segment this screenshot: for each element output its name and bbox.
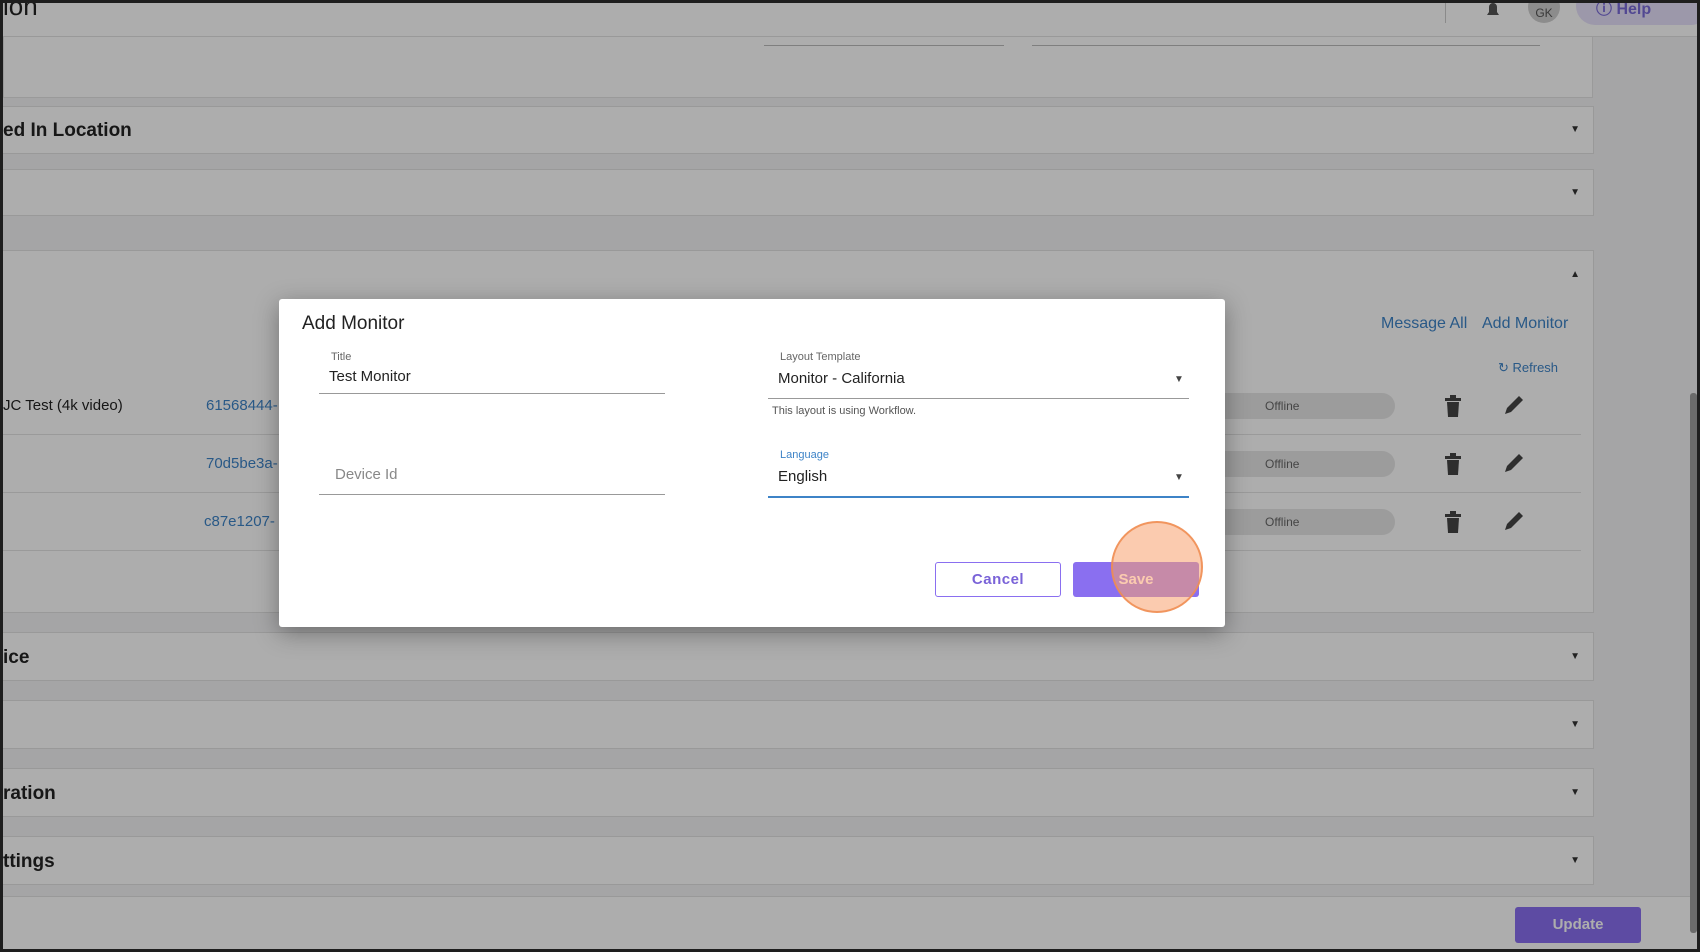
- save-button[interactable]: Save: [1073, 562, 1199, 597]
- device-id-field[interactable]: Device Id: [319, 449, 665, 497]
- device-id-placeholder[interactable]: Device Id: [335, 466, 398, 483]
- language-value[interactable]: English: [778, 468, 827, 485]
- title-field-label: Title: [331, 351, 352, 363]
- field-underline: [768, 398, 1189, 399]
- app-window: ion GK ⓘ Help ed In Location ▼ ▼ ▲ Messa…: [3, 3, 1697, 949]
- language-label: Language: [780, 449, 829, 461]
- layout-template-value[interactable]: Monitor - California: [778, 370, 905, 387]
- title-field-value[interactable]: Test Monitor: [329, 368, 411, 385]
- chevron-down-icon[interactable]: ▼: [1174, 374, 1184, 385]
- field-underline: [319, 393, 665, 394]
- dialog-title: Add Monitor: [302, 313, 405, 334]
- cancel-button[interactable]: Cancel: [935, 562, 1061, 597]
- field-underline: [319, 494, 665, 495]
- layout-helper-text: This layout is using Workflow.: [772, 405, 917, 417]
- layout-template-select[interactable]: Layout Template Monitor - California ▼: [768, 351, 1189, 401]
- chevron-down-icon[interactable]: ▼: [1174, 472, 1184, 483]
- layout-template-label: Layout Template: [780, 351, 861, 363]
- field-underline-focused: [768, 496, 1189, 498]
- language-select[interactable]: Language English ▼: [768, 449, 1189, 501]
- add-monitor-dialog: Add Monitor Title Test Monitor Device Id…: [279, 299, 1225, 627]
- title-field[interactable]: Title Test Monitor: [319, 351, 665, 397]
